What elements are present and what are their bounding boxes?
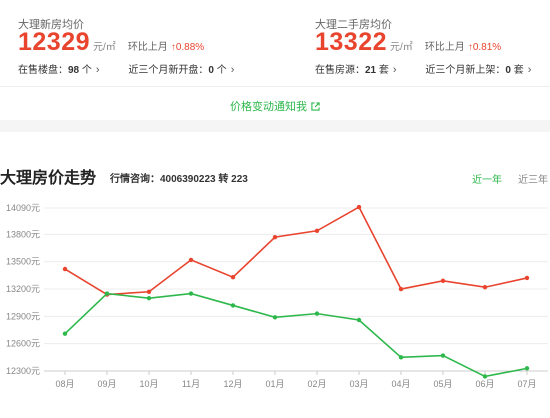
series-2-point: [482, 374, 488, 379]
series-2-point: [62, 331, 68, 336]
second-hand-newlisting-unit: 套: [513, 65, 524, 76]
y-tick-label: 12600元: [6, 339, 40, 349]
second-hand-onsale-value: 21: [365, 65, 377, 76]
y-tick-label: 13500元: [6, 257, 40, 267]
price-notify-label: 价格变动通知我: [230, 101, 307, 113]
x-tick-label: 06月: [475, 379, 494, 389]
section-divider: [0, 120, 550, 132]
new-house-onsale-link[interactable]: 在售楼盘：98 个 ›: [18, 64, 126, 76]
series-1-point: [356, 204, 362, 210]
y-tick-label: 13800元: [6, 229, 40, 239]
series-2-point: [440, 353, 446, 358]
new-house-newopen-label: 近三个月新开盘：: [128, 65, 209, 76]
x-tick-label: 05月: [433, 379, 452, 389]
second-hand-onsale-link[interactable]: 在售房源：21 套 ›: [315, 64, 423, 76]
tab-one-year[interactable]: 近一年: [472, 171, 502, 186]
series-1-point: [482, 285, 488, 290]
new-house-price-row: 12329 元/㎡ 环比上月 ↑0.88%: [18, 28, 204, 57]
new-house-mom-label: 环比上月: [127, 42, 168, 53]
y-tick-label: 12300元: [6, 366, 40, 376]
series-2-point: [398, 355, 404, 360]
series-line-1: [64, 205, 528, 296]
new-house-newopen-link[interactable]: 近三个月新开盘：0 个 ›: [128, 64, 260, 76]
series-2-point: [272, 315, 278, 320]
series-1-point: [230, 275, 236, 280]
series-1-point: [440, 278, 446, 284]
new-house-newopen-value: 0: [208, 65, 214, 76]
second-hand-newlisting-label: 近三个月新上架：: [425, 65, 506, 76]
second-hand-sub-stats: 在售房源：21 套 › 近三个月新上架：0 套 ›: [315, 61, 550, 76]
series-2-point: [230, 303, 236, 308]
y-tick-label: 13200元: [6, 284, 40, 294]
second-hand-newlisting-value: 0: [505, 65, 511, 76]
y-tick-label: 12900元: [6, 311, 40, 321]
series-1-point: [62, 266, 68, 272]
new-house-onsale-label: 在售楼盘：: [18, 65, 68, 76]
series-2-point: [314, 311, 320, 316]
x-tick-label: 11月: [182, 379, 200, 389]
new-house-sub-stats: 在售楼盘：98 个 › 近三个月新开盘：0 个 ›: [18, 61, 260, 76]
chevron-right-icon: ›: [392, 64, 397, 76]
x-tick-label: 02月: [307, 379, 326, 389]
x-tick-label: 10月: [139, 379, 158, 389]
price-notify-link[interactable]: 价格变动通知我: [230, 98, 320, 114]
series-1-point: [188, 257, 194, 263]
chevron-right-icon: ›: [95, 64, 100, 76]
series-line-2: [64, 292, 528, 378]
price-trend-chart: 12300元 12600元 12900元 13200元 13500元 13800元 1409…: [6, 203, 548, 389]
x-tick-label: 04月: [391, 379, 410, 389]
chevron-right-icon: ›: [230, 64, 235, 76]
chevron-right-icon: ›: [527, 64, 532, 76]
series-1-point: [314, 228, 320, 233]
second-hand-mom-label: 环比上月: [424, 42, 465, 53]
second-hand-newlisting-link[interactable]: 近三个月新上架：0 套 ›: [425, 64, 550, 76]
new-house-onsale-unit: 个: [81, 65, 92, 76]
new-house-newopen-unit: 个: [216, 65, 227, 76]
trend-title: 大理房价走势: [0, 170, 97, 187]
x-tick-label: 01月: [265, 379, 284, 389]
series-2-point: [524, 366, 530, 371]
series-2-point: [356, 317, 362, 323]
second-hand-mom-value: ↑0.81%: [467, 42, 502, 53]
new-house-price-unit: 元/㎡: [93, 42, 116, 53]
x-tick-label: 03月: [349, 379, 368, 389]
x-tick-label: 07月: [517, 379, 536, 389]
series-1-point: [272, 234, 278, 240]
x-tick-label: 12月: [223, 379, 242, 389]
second-hand-price: 13322: [315, 28, 388, 56]
second-hand-onsale-unit: 套: [378, 65, 389, 76]
series-2-point: [188, 291, 194, 296]
new-house-price: 12329: [18, 28, 91, 56]
tab-three-years[interactable]: 近三年: [518, 171, 548, 186]
second-hand-onsale-label: 在售房源：: [315, 65, 365, 76]
series-2-point: [146, 295, 152, 301]
trend-hotline: 行情咨询：4006390223 转 223: [110, 174, 248, 185]
y-tick-label: 14090元: [6, 203, 40, 213]
series-1-point: [398, 286, 404, 292]
x-tick-label: 08月: [55, 379, 74, 389]
series-2-point: [104, 291, 110, 296]
second-hand-price-row: 13322 元/㎡ 环比上月 ↑0.81%: [315, 28, 501, 57]
external-link-icon: [311, 101, 320, 111]
series-1-point: [146, 289, 152, 294]
new-house-mom-value: ↑0.88%: [170, 42, 205, 53]
x-tick-label: 09月: [97, 379, 116, 389]
second-hand-price-unit: 元/㎡: [390, 42, 413, 53]
series-1-point: [524, 275, 530, 281]
new-house-onsale-value: 98: [68, 65, 80, 76]
notify-bar: 价格变动通知我: [0, 86, 550, 121]
